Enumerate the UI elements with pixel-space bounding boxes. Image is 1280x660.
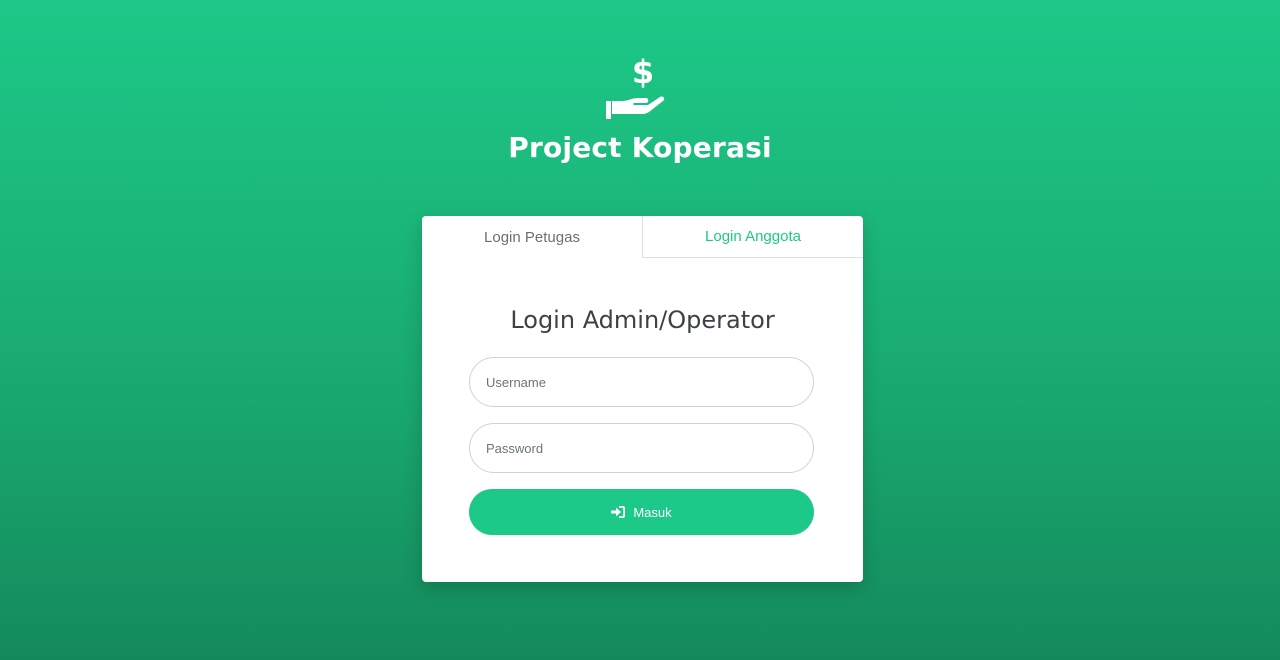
password-input[interactable] — [469, 423, 814, 473]
sign-in-icon — [611, 506, 626, 518]
svg-text:$: $ — [632, 55, 654, 91]
masuk-button-label: Masuk — [633, 504, 672, 520]
app-title: Project Koperasi — [508, 131, 772, 164]
brand-header: $ Project Koperasi — [0, 55, 1280, 164]
hand-holding-dollar-icon: $ — [606, 55, 665, 119]
login-tabs: Login Petugas Login Anggota — [422, 216, 863, 258]
tab-login-anggota[interactable]: Login Anggota — [643, 216, 863, 258]
form-title: Login Admin/Operator — [510, 306, 775, 334]
username-input[interactable] — [469, 357, 814, 407]
tab-login-petugas[interactable]: Login Petugas — [422, 216, 643, 258]
masuk-button[interactable]: Masuk — [469, 489, 814, 535]
login-card: Login Petugas Login Anggota Login Admin/… — [422, 216, 863, 582]
